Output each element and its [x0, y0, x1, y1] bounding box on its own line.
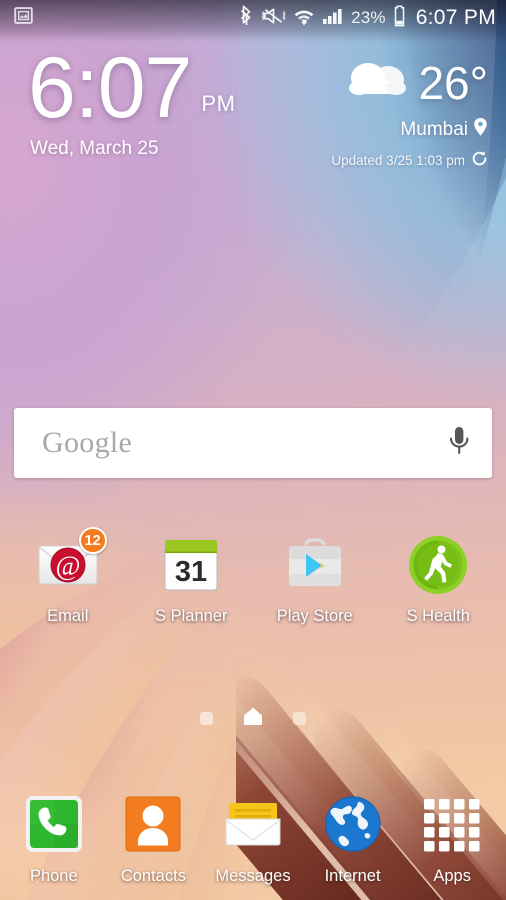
microphone-icon[interactable] — [446, 424, 472, 463]
dock-item-internet[interactable]: Internet — [305, 793, 401, 886]
battery-icon — [393, 4, 406, 32]
dock-item-apps[interactable]: Apps — [404, 793, 500, 886]
globe-icon — [322, 793, 384, 855]
dock-item-contacts[interactable]: Contacts — [105, 793, 201, 886]
mute-vibrate-icon — [261, 5, 286, 32]
page-dot[interactable] — [293, 712, 306, 725]
weather-updated-label: Updated 3/25 1:03 pm — [331, 152, 465, 168]
app-email[interactable]: @ 12 Email — [19, 527, 117, 626]
home-icon[interactable] — [242, 706, 264, 731]
clock-time: 6:07 — [28, 40, 192, 136]
status-bar[interactable]: 23% 6:07 PM — [0, 0, 506, 36]
google-search-bar[interactable]: Google — [14, 408, 492, 478]
clock-date: Wed, March 25 — [30, 137, 159, 159]
weather-city: Mumbai — [400, 119, 468, 140]
clock-ampm: PM — [201, 90, 236, 116]
dock-label: Internet — [324, 867, 381, 885]
weather-widget[interactable]: 26° Mumbai Updated 3/25 1:03 pm — [331, 58, 488, 170]
dock-label: Messages — [215, 867, 291, 885]
screenshot-captured-icon — [13, 5, 34, 31]
location-pin-icon — [473, 117, 488, 143]
app-label: S Health — [406, 607, 470, 625]
contacts-icon — [122, 793, 184, 855]
s-health-icon — [407, 534, 469, 596]
email-badge: 12 — [78, 527, 107, 554]
search-input[interactable]: Google — [42, 426, 132, 460]
dock-label: Phone — [29, 867, 78, 885]
bluetooth-icon — [239, 5, 254, 32]
email-icon: @ 12 — [37, 527, 107, 596]
cloudy-icon — [346, 58, 412, 107]
messages-icon — [222, 793, 284, 855]
dock-label: Contacts — [120, 867, 186, 885]
calendar-day: 31 — [175, 556, 207, 588]
page-dot[interactable] — [200, 712, 213, 725]
dock-item-phone[interactable]: Phone — [6, 793, 102, 886]
home-screen: 23% 6:07 PM 6:07 PM Wed, March 25 26° Mu… — [0, 0, 506, 900]
app-grid: @ 12 Email 31 S Planner Play Store S Hea… — [0, 527, 506, 626]
calendar-icon: 31 — [160, 534, 222, 596]
app-label: Play Store — [276, 607, 353, 625]
dock-item-messages[interactable]: Messages — [205, 793, 301, 886]
clock-widget[interactable]: 6:07 PM Wed, March 25 — [28, 40, 236, 160]
signal-bars-icon — [322, 5, 344, 32]
refresh-icon[interactable] — [471, 150, 488, 170]
dock: Phone Contacts Messages Internet Apps — [0, 793, 506, 886]
app-s-health[interactable]: S Health — [389, 534, 487, 626]
app-s-planner[interactable]: 31 S Planner — [142, 534, 240, 626]
weather-temperature: 26° — [418, 56, 488, 109]
wifi-icon — [293, 5, 315, 32]
page-indicator — [0, 706, 506, 731]
play-store-icon — [284, 534, 346, 596]
battery-percent-label: 23% — [351, 8, 386, 27]
svg-text:@: @ — [55, 551, 80, 581]
app-label: S Planner — [155, 607, 228, 625]
app-label: Email — [47, 607, 89, 625]
apps-grid-icon — [421, 793, 483, 855]
app-play-store[interactable]: Play Store — [266, 534, 364, 626]
dock-label: Apps — [433, 867, 471, 885]
phone-icon — [23, 793, 85, 855]
status-bar-clock: 6:07 PM — [415, 6, 496, 29]
